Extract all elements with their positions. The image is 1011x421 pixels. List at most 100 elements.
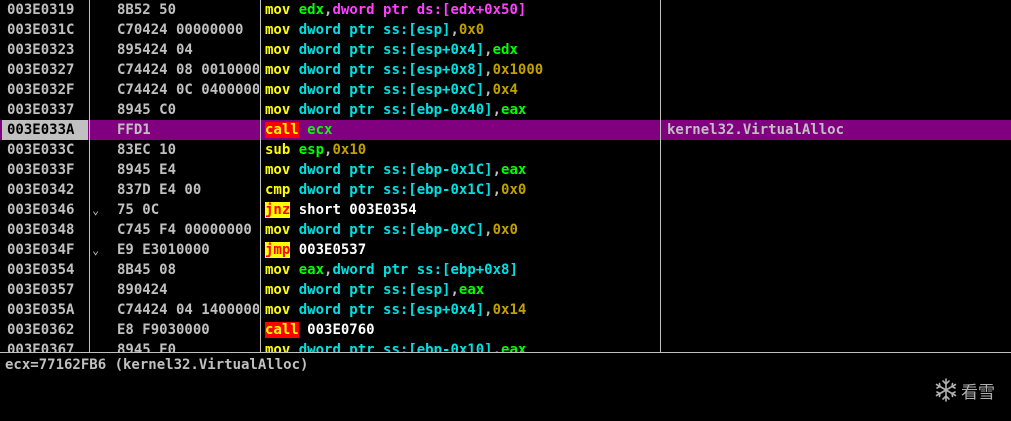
disasm-row-selected[interactable]: 003E033A FFD1 call ecx kernel32.VirtualAllo… bbox=[0, 120, 1011, 140]
jump-arrow-icon bbox=[92, 0, 104, 20]
asm-operand: eax bbox=[458, 282, 485, 298]
row-hex-dump: 83EC 10 bbox=[117, 142, 177, 158]
asm-operand: dword ptr ss:[ebp-0x10] bbox=[298, 342, 493, 352]
row-disassembly: jnz short 003E0354 bbox=[265, 200, 659, 220]
disasm-row[interactable]: 003E031C C70424 00000000 mov dword ptr ss:… bbox=[0, 20, 1011, 40]
disasm-row[interactable]: 003E0327 C74424 08 00100000 mov dword ptr … bbox=[0, 60, 1011, 80]
disasm-row[interactable]: 003E0337 8945 C0 mov dword ptr ss:[ebp-0x4… bbox=[0, 100, 1011, 120]
disasm-row[interactable]: 003E032F C74424 0C 04000000 mov dword ptr … bbox=[0, 80, 1011, 100]
row-address: 003E0346 bbox=[7, 202, 75, 218]
jump-arrow-icon bbox=[92, 300, 104, 320]
asm-operand: , bbox=[484, 302, 493, 318]
row-address: 003E0342 bbox=[7, 182, 75, 198]
snowflake-icon bbox=[935, 378, 957, 402]
asm-mnemonic: mov bbox=[265, 222, 291, 238]
disasm-row[interactable]: 003E0357 890424 mov dword ptr ss:[esp],eax bbox=[0, 280, 1011, 300]
disasm-row[interactable]: 003E0323 895424 04 mov dword ptr ss:[esp+0… bbox=[0, 40, 1011, 60]
row-address: 003E0348 bbox=[7, 222, 75, 238]
row-disassembly: sub esp,0x10 bbox=[265, 140, 659, 160]
row-address: 003E033C bbox=[7, 142, 75, 158]
row-disassembly: call 003E0760 bbox=[265, 320, 659, 340]
jump-arrow-icon bbox=[92, 260, 104, 280]
jump-arrow-icon bbox=[92, 340, 104, 352]
disasm-row[interactable]: 003E0342 837D E4 00 cmp dword ptr ss:[ebp-… bbox=[0, 180, 1011, 200]
asm-operand: eax bbox=[501, 162, 527, 178]
asm-operand bbox=[290, 202, 298, 218]
asm-operand: eax bbox=[501, 102, 527, 118]
asm-operand: 0x1000 bbox=[492, 62, 544, 78]
row-disassembly: mov dword ptr ss:[esp+0xC],0x4 bbox=[265, 80, 659, 100]
asm-operand bbox=[290, 62, 298, 78]
disasm-row[interactable]: 003E034F ⌄ E9 E3010000 jmp 003E0537 bbox=[0, 240, 1011, 260]
asm-operand: edx bbox=[298, 2, 325, 18]
jump-arrow-icon bbox=[92, 120, 104, 140]
asm-operand bbox=[290, 262, 298, 278]
row-comment bbox=[667, 240, 1007, 260]
asm-operand: , bbox=[492, 162, 502, 178]
disasm-row[interactable]: 003E0319 8B52 50 mov edx,dword ptr ds:[edx… bbox=[0, 0, 1011, 20]
row-disassembly: mov dword ptr ss:[ebp-0x1C],eax bbox=[265, 160, 659, 180]
disasm-row[interactable]: 003E0348 C745 F4 00000000 mov dword ptr ss… bbox=[0, 220, 1011, 240]
disasm-row[interactable]: 003E0354 8B45 08 mov eax,dword ptr ss:[ebp… bbox=[0, 260, 1011, 280]
jump-arrow-icon bbox=[92, 60, 104, 80]
disasm-row[interactable]: 003E0367 8945 F0 mov dword ptr ss:[ebp-0x1… bbox=[0, 340, 1011, 352]
asm-mnemonic: cmp bbox=[265, 182, 291, 198]
disassembly-pane[interactable]: 003E0319 8B52 50 mov edx,dword ptr ds:[edx… bbox=[0, 0, 1011, 352]
asm-operand: eax bbox=[298, 262, 325, 278]
jump-arrow-icon: ⌄ bbox=[92, 243, 100, 257]
asm-operand: dword ptr ss:[esp+0xC] bbox=[298, 82, 485, 98]
info-pane-text: ecx=77162FB6 (kernel32.VirtualAlloc) bbox=[5, 357, 309, 373]
row-disassembly: cmp dword ptr ss:[ebp-0x1C],0x0 bbox=[265, 180, 659, 200]
asm-operand: dword ptr ss:[esp+0x8] bbox=[298, 62, 485, 78]
disasm-row[interactable]: 003E035A C74424 04 14000000 mov dword ptr … bbox=[0, 300, 1011, 320]
asm-operand bbox=[290, 222, 298, 238]
pane-divider[interactable] bbox=[0, 352, 1011, 353]
row-disassembly: mov dword ptr ss:[ebp-0x40],eax bbox=[265, 100, 659, 120]
row-comment bbox=[667, 260, 1007, 280]
asm-mnemonic: mov bbox=[265, 302, 291, 318]
asm-operand bbox=[290, 282, 298, 298]
row-hex-dump: 75 0C bbox=[117, 202, 160, 218]
row-disassembly: mov dword ptr ss:[esp+0x8],0x1000 bbox=[265, 60, 659, 80]
row-address: 003E0319 bbox=[7, 2, 75, 18]
asm-operand: dword ptr ss:[esp] bbox=[298, 22, 451, 38]
asm-operand bbox=[290, 142, 298, 158]
asm-mnemonic: call bbox=[265, 122, 299, 138]
jump-arrow-icon bbox=[92, 40, 104, 60]
disasm-row[interactable]: 003E033F 8945 E4 mov dword ptr ss:[ebp-0x1… bbox=[0, 160, 1011, 180]
disasm-row[interactable]: 003E0346 ⌄ 75 0C jnz short 003E0354 bbox=[0, 200, 1011, 220]
row-disassembly: call ecx bbox=[265, 120, 659, 140]
row-comment bbox=[667, 20, 1007, 40]
asm-mnemonic: mov bbox=[265, 282, 291, 298]
jump-arrow-icon bbox=[92, 160, 104, 180]
row-address: 003E0337 bbox=[7, 102, 75, 118]
jump-arrow-icon bbox=[92, 80, 104, 100]
row-address: 003E0362 bbox=[7, 322, 75, 338]
asm-operand: 0x0 bbox=[458, 22, 485, 38]
asm-mnemonic: jmp bbox=[265, 242, 291, 258]
row-comment bbox=[667, 40, 1007, 60]
disasm-row[interactable]: 003E033C 83EC 10 sub esp,0x10 bbox=[0, 140, 1011, 160]
asm-operand bbox=[290, 342, 298, 352]
asm-operand: 0x0 bbox=[501, 182, 527, 198]
column-divider-address bbox=[89, 0, 90, 352]
row-hex-dump: E9 E3010000 bbox=[117, 242, 210, 258]
row-disassembly: mov dword ptr ss:[ebp-0x10],eax bbox=[265, 340, 659, 352]
asm-operand: 003E0537 bbox=[298, 242, 367, 258]
asm-operand bbox=[290, 102, 298, 118]
row-hex-dump: 837D E4 00 bbox=[117, 182, 202, 198]
row-comment bbox=[667, 0, 1007, 20]
disasm-row[interactable]: 003E0362 E8 F9030000 call 003E0760 bbox=[0, 320, 1011, 340]
asm-operand: 003E0760 bbox=[307, 322, 375, 338]
row-hex-dump: C74424 0C 04000000 bbox=[117, 82, 259, 98]
row-hex-dump: C70424 00000000 bbox=[117, 22, 244, 38]
asm-mnemonic: jnz bbox=[265, 202, 291, 218]
asm-operand: , bbox=[450, 282, 459, 298]
row-comment bbox=[667, 60, 1007, 80]
jump-arrow-icon bbox=[92, 140, 104, 160]
asm-operand bbox=[290, 302, 298, 318]
info-pane[interactable]: ecx=77162FB6 (kernel32.VirtualAlloc) 看雪 bbox=[0, 355, 1011, 421]
asm-operand bbox=[290, 182, 298, 198]
asm-operand bbox=[290, 2, 298, 18]
row-hex-dump: FFD1 bbox=[117, 122, 151, 138]
